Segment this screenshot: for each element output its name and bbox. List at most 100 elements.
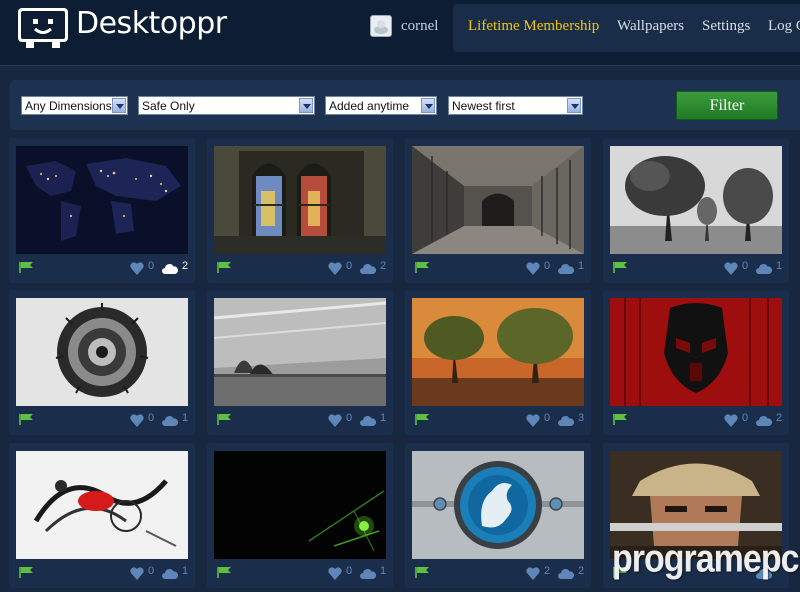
desktoppr-logo-icon[interactable] [16, 6, 70, 50]
flag-icon[interactable] [19, 262, 33, 273]
cloud-icon[interactable] [558, 414, 574, 426]
save-count: 2 [776, 412, 783, 424]
chevron-down-icon [421, 98, 435, 113]
chevron-down-icon [299, 98, 313, 113]
save-count: 3 [578, 412, 585, 424]
user-avatar[interactable] [370, 15, 392, 37]
wallpaper-card: 0 2 [603, 290, 789, 435]
like-count: 0 [742, 260, 749, 272]
cloud-icon[interactable] [162, 414, 178, 426]
flag-icon[interactable] [415, 567, 429, 578]
heart-icon[interactable] [328, 414, 342, 427]
save-count: 1 [380, 412, 387, 424]
save-count: 1 [776, 260, 783, 272]
save-count: 1 [182, 565, 189, 577]
save-count: 2 [182, 260, 189, 272]
cloud-icon[interactable] [756, 414, 772, 426]
added-select-value: Added anytime [329, 99, 410, 113]
cloud-icon[interactable] [360, 567, 376, 579]
flag-icon[interactable] [613, 414, 627, 425]
cloud-icon[interactable] [360, 414, 376, 426]
wallpaper-card: 0 3 [405, 290, 591, 435]
cloud-icon[interactable] [558, 567, 574, 579]
wallpaper-thumbnail-cloister[interactable] [412, 146, 584, 254]
flag-icon[interactable] [217, 567, 231, 578]
wallpaper-thumbnail-dragon-emblem[interactable] [412, 451, 584, 559]
wallpaper-thumbnail-world-at-night[interactable] [16, 146, 188, 254]
dimensions-select-value: Any Dimensions [25, 99, 112, 113]
wallpaper-thumbnail-sunset-trees[interactable] [412, 298, 584, 406]
heart-icon[interactable] [526, 567, 540, 580]
filter-button[interactable]: Filter [676, 91, 778, 120]
nav-settings[interactable]: Settings [702, 18, 750, 35]
nav-lifetime-membership[interactable]: Lifetime Membership [468, 18, 599, 35]
cloud-icon[interactable] [162, 567, 178, 579]
safety-select[interactable]: Safe Only [138, 96, 315, 115]
watermark-text: programepc.ro [612, 537, 800, 581]
cloud-icon[interactable] [360, 262, 376, 274]
wallpaper-card: 0 1 [405, 138, 591, 283]
like-count: 0 [544, 412, 551, 424]
like-count: 0 [544, 260, 551, 272]
like-count: 0 [148, 412, 155, 424]
nav-wallpapers[interactable]: Wallpapers [617, 18, 684, 35]
wallpaper-thumbnail-bw-trees[interactable] [610, 146, 782, 254]
sort-select[interactable]: Newest first [448, 96, 583, 115]
like-count: 0 [148, 565, 155, 577]
heart-icon[interactable] [526, 414, 540, 427]
flag-icon[interactable] [19, 567, 33, 578]
heart-icon[interactable] [724, 414, 738, 427]
save-count: 1 [380, 565, 387, 577]
heart-icon[interactable] [130, 567, 144, 580]
wallpaper-card: 2 2 [405, 443, 591, 588]
like-count: 0 [346, 412, 353, 424]
dimensions-select[interactable]: Any Dimensions [21, 96, 128, 115]
wallpaper-thumbnail-tiny-planet[interactable] [16, 298, 188, 406]
flag-icon[interactable] [415, 262, 429, 273]
brand-name[interactable]: Desktoppr [76, 6, 227, 41]
wallpaper-card: 0 2 [207, 138, 393, 283]
wallpaper-thumbnail-green-light[interactable] [214, 451, 386, 559]
wallpaper-card: 0 1 [207, 443, 393, 588]
heart-icon[interactable] [328, 567, 342, 580]
like-count: 0 [346, 565, 353, 577]
wallpaper-thumbnail-stained-glass[interactable] [214, 146, 386, 254]
wallpaper-card: 0 2 [9, 138, 195, 283]
save-count: 2 [380, 260, 387, 272]
site-header: Desktoppr cornel Lifetime Membership Wal… [0, 0, 800, 66]
cloud-icon[interactable] [756, 262, 772, 274]
save-count: 2 [578, 565, 585, 577]
like-count: 2 [544, 565, 551, 577]
heart-icon[interactable] [328, 262, 342, 275]
like-count: 0 [148, 260, 155, 272]
save-count: 1 [578, 260, 585, 272]
nav-log-out[interactable]: Log O [768, 18, 800, 35]
sort-select-value: Newest first [452, 99, 515, 113]
added-select[interactable]: Added anytime [325, 96, 437, 115]
flag-icon[interactable] [613, 262, 627, 273]
flag-icon[interactable] [217, 414, 231, 425]
username[interactable]: cornel [401, 18, 438, 35]
main-nav: Lifetime Membership Wallpapers Settings … [453, 4, 800, 52]
wallpaper-thumbnail-bw-sky[interactable] [214, 298, 386, 406]
flag-icon[interactable] [415, 414, 429, 425]
wallpaper-thumbnail-red-stormtrooper[interactable] [610, 298, 782, 406]
save-count: 1 [182, 412, 189, 424]
like-count: 0 [742, 412, 749, 424]
heart-icon[interactable] [724, 262, 738, 275]
wallpaper-card: 0 1 [603, 138, 789, 283]
safety-select-value: Safe Only [142, 99, 195, 113]
cloud-icon[interactable] [162, 262, 178, 274]
chevron-down-icon [112, 98, 126, 113]
wallpaper-card: 0 1 [9, 443, 195, 588]
cloud-icon[interactable] [558, 262, 574, 274]
flag-icon[interactable] [217, 262, 231, 273]
wallpaper-thumbnail-abstract-splash[interactable] [16, 451, 188, 559]
chevron-down-icon [567, 98, 581, 113]
heart-icon[interactable] [130, 262, 144, 275]
heart-icon[interactable] [526, 262, 540, 275]
heart-icon[interactable] [130, 414, 144, 427]
avatar-image-icon [374, 20, 388, 34]
wallpaper-card: 0 1 [207, 290, 393, 435]
flag-icon[interactable] [19, 414, 33, 425]
